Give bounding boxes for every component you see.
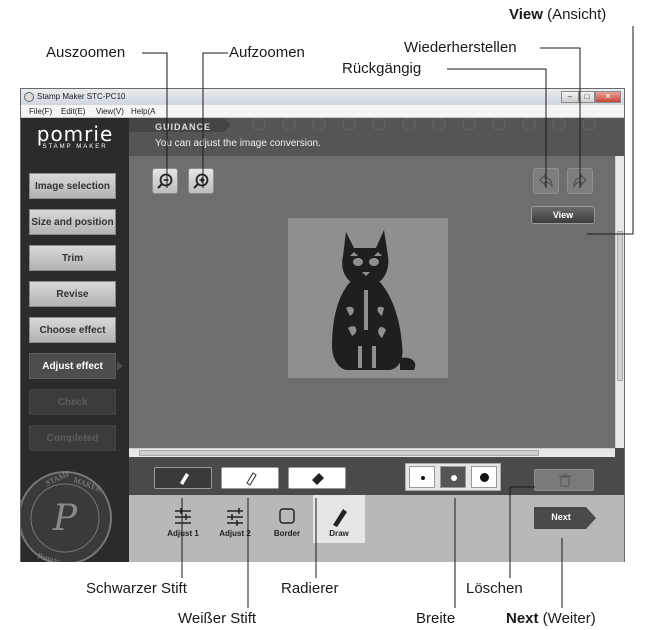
large-dot-icon (480, 473, 489, 482)
stamp-seal-logo: P STAMP MAKER Pomric (21, 468, 112, 562)
menu-view[interactable]: View(V) (96, 107, 124, 116)
menu-help[interactable]: Help(A (131, 107, 155, 116)
white-pen-button[interactable] (221, 467, 279, 489)
step-check: Check (29, 389, 116, 415)
menu-edit[interactable]: Edit(E) (61, 107, 85, 116)
active-step-arrow (117, 361, 123, 371)
guidance-banner: GUIDANCE You can adjust the image conver… (129, 118, 624, 156)
eraser-button[interactable] (288, 467, 346, 489)
tab-border[interactable]: Border (261, 495, 313, 543)
preview-canvas: View (129, 156, 615, 448)
tab-adjust-1-label: Adjust 1 (167, 529, 199, 538)
draw-toolbar (129, 457, 624, 495)
figure: View (Ansicht) Wiederherstellen Rückgäng… (0, 0, 660, 630)
title-bar: Stamp Maker STC-PC10 – □ ✕ (21, 89, 624, 105)
callout-view: View (Ansicht) (509, 6, 607, 23)
step-choose-effect[interactable]: Choose effect (29, 317, 116, 343)
adjust1-icon (175, 508, 191, 524)
small-dot-icon (421, 476, 425, 480)
cat-image (332, 230, 416, 370)
step-completed: Completed (29, 425, 116, 451)
undo-button[interactable] (533, 168, 559, 194)
tab-adjust-2-label: Adjust 2 (219, 529, 251, 538)
menu-bar: File(F) Edit(E) View(V) Help(A (21, 105, 624, 118)
zoom-out-button[interactable] (152, 168, 178, 194)
adjust2-icon (227, 508, 243, 526)
pen-width-group (405, 463, 501, 491)
minimize-button[interactable]: – (561, 91, 579, 103)
zoom-in-button[interactable] (188, 168, 214, 194)
callout-zoom-out: Auszoomen (46, 44, 126, 61)
callout-zoom-in: Aufzoomen (229, 44, 305, 61)
close-button[interactable]: ✕ (595, 91, 621, 103)
black-pen-icon (180, 473, 189, 485)
medium-dot-icon (451, 475, 457, 481)
app-icon (24, 92, 34, 102)
stamp-image-preview (288, 218, 448, 378)
app-window: Stamp Maker STC-PC10 – □ ✕ File(F) Edit(… (20, 88, 625, 562)
vertical-scrollbar[interactable] (615, 156, 624, 448)
step-revise[interactable]: Revise (29, 281, 116, 307)
tab-draw-label: Draw (329, 529, 349, 538)
callout-delete: Löschen (466, 580, 523, 597)
vertical-scroll-thumb[interactable] (617, 231, 623, 381)
window-title: Stamp Maker STC-PC10 (37, 92, 126, 101)
redo-button[interactable] (567, 168, 593, 194)
tab-border-label: Border (273, 529, 301, 538)
width-small-button[interactable] (409, 466, 435, 488)
white-pen-icon (246, 472, 257, 486)
zoom-out-icon (157, 173, 173, 189)
step-trim[interactable]: Trim (29, 245, 116, 271)
tab-adjust-1[interactable]: Adjust 1 (157, 495, 209, 543)
logo: pomrie STAMP MAKER (21, 122, 129, 150)
eraser-icon (312, 473, 324, 485)
view-button[interactable]: View (531, 206, 595, 224)
delete-button[interactable] (534, 469, 594, 491)
guidance-label: GUIDANCE (155, 122, 212, 132)
callout-eraser: Radierer (281, 580, 339, 597)
width-medium-button[interactable] (440, 466, 466, 488)
logo-brand: pomrie (36, 122, 114, 146)
callout-redo: Wiederherstellen (404, 39, 517, 56)
callout-undo: Rückgängig (342, 60, 422, 77)
step-size-and-position[interactable]: Size and position (29, 209, 116, 235)
svg-text:P: P (52, 498, 78, 539)
step-image-selection[interactable]: Image selection (29, 173, 116, 199)
guidance-text: You can adjust the image conversion. (155, 138, 321, 149)
trash-icon (559, 473, 571, 487)
tab-draw[interactable]: Draw (313, 495, 365, 543)
pencil-icon (333, 509, 347, 527)
step-adjust-effect[interactable]: Adjust effect (29, 353, 116, 379)
callout-next: Next (Weiter) (506, 610, 596, 627)
horizontal-scrollbar[interactable] (129, 448, 615, 457)
redo-icon (573, 173, 587, 189)
border-icon (279, 508, 295, 524)
sidebar: pomrie STAMP MAKER Image selection Size … (21, 118, 129, 562)
next-button[interactable]: Next (534, 507, 596, 529)
undo-icon (539, 173, 553, 189)
tab-adjust-2[interactable]: Adjust 2 (209, 495, 261, 543)
maximize-button[interactable]: □ (579, 91, 595, 103)
next-button-label: Next (551, 512, 571, 522)
horizontal-scroll-thumb[interactable] (139, 450, 539, 456)
callout-black-pen: Schwarzer Stift (86, 580, 187, 597)
callout-white-pen: Weißer Stift (178, 610, 257, 627)
black-pen-button[interactable] (154, 467, 212, 489)
callout-width: Breite (416, 610, 456, 627)
width-large-button[interactable] (471, 466, 497, 488)
zoom-in-icon (193, 173, 209, 189)
menu-file[interactable]: File(F) (29, 107, 52, 116)
mode-tabs: Adjust 1 Adjust 2 Border Draw Next (129, 495, 624, 562)
